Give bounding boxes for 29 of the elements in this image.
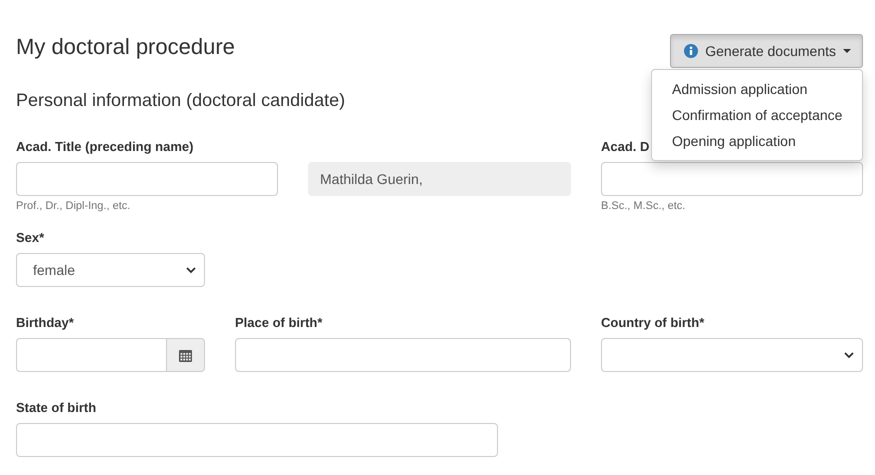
calendar-button[interactable] xyxy=(167,338,205,372)
date-input[interactable] xyxy=(16,338,167,372)
generate-documents-button[interactable]: Generate documents xyxy=(670,34,863,68)
field-label: Country of birth* xyxy=(601,315,704,331)
field-label: State of birth xyxy=(16,400,96,416)
field-label: Acad. Title (preceding name) xyxy=(16,139,194,155)
calendar-icon xyxy=(179,348,192,362)
text-input[interactable] xyxy=(16,162,278,196)
chevron-down-icon xyxy=(186,266,196,274)
name-display: Mathilda Guerin, xyxy=(308,162,571,196)
field-label: Acad. D xyxy=(601,139,650,155)
help-text: B.Sc., M.Sc., etc. xyxy=(601,200,686,213)
menu-item[interactable]: Admission application xyxy=(652,76,862,102)
text-input[interactable] xyxy=(235,338,571,372)
caret-icon xyxy=(843,49,851,53)
section-title: Personal information (doctoral candidate) xyxy=(16,89,346,112)
text-input[interactable] xyxy=(601,162,863,196)
help-text: Prof., Dr., Dipl-Ing., etc. xyxy=(16,200,132,213)
field-label: Place of birth* xyxy=(235,315,322,331)
chevron-down-icon xyxy=(844,352,854,358)
select-field[interactable] xyxy=(601,338,863,372)
field-label: Birthday* xyxy=(16,315,74,331)
page-title: My doctoral procedure xyxy=(16,33,235,61)
field-label: Sex* xyxy=(16,230,44,246)
menu-item[interactable]: Confirmation of acceptance xyxy=(652,102,862,128)
sex-select[interactable]: female xyxy=(16,253,205,287)
text-input[interactable] xyxy=(16,423,498,457)
menu-item[interactable]: Opening application xyxy=(652,128,862,154)
info-icon xyxy=(684,44,698,58)
